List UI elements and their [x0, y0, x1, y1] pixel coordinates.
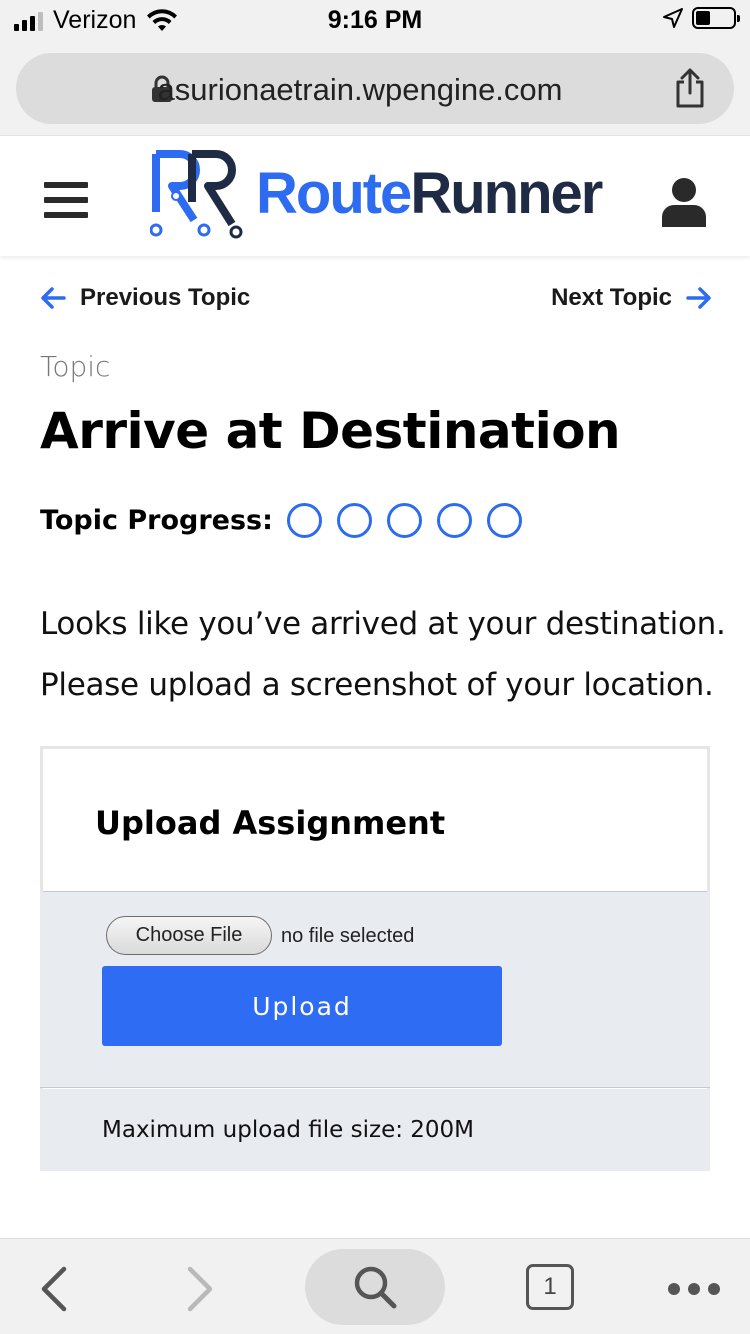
progress-step-icon: [486, 503, 522, 538]
upload-form: Choose File no file selected Upload: [40, 892, 710, 1088]
address-bar[interactable]: asurionaetrain.wpengine.com: [16, 53, 734, 124]
page-title: Arrive at Destination: [40, 402, 621, 460]
topic-content-line: Please upload a screenshot of your locat…: [40, 667, 714, 703]
status-right: [662, 7, 740, 29]
browser-back-icon[interactable]: [38, 1265, 68, 1313]
routerunner-logo-mark-icon: [150, 150, 243, 239]
logo-runner-text: Runner: [410, 160, 603, 226]
upload-assignment-title: Upload Assignment: [95, 804, 446, 842]
next-topic-link[interactable]: Next Topic: [551, 284, 712, 312]
status-time: 9:16 PM: [327, 6, 423, 34]
next-topic-label: Next Topic: [551, 284, 672, 311]
topic-label: Topic: [40, 350, 111, 383]
upload-assignment-card: Upload Assignment Choose File no file se…: [40, 746, 710, 1171]
browser-forward-icon[interactable]: [186, 1265, 216, 1313]
location-arrow-icon: [663, 8, 683, 28]
search-icon: [354, 1266, 397, 1309]
arrow-right-icon: [686, 287, 711, 309]
user-account-icon[interactable]: [660, 177, 708, 227]
arrow-left-icon: [41, 287, 66, 309]
topic-content-line: Looks like you’ve arrived at your destin…: [40, 606, 726, 642]
browser-search-button[interactable]: [305, 1249, 445, 1325]
topic-navigation: Previous Topic Next Topic: [40, 284, 712, 318]
hamburger-menu-icon[interactable]: [44, 182, 88, 218]
url-text: asurionaetrain.wpengine.com: [157, 72, 563, 107]
upload-button[interactable]: Upload: [102, 966, 502, 1046]
browser-address-area: asurionaetrain.wpengine.com: [0, 40, 750, 136]
progress-step-icon: [286, 503, 322, 538]
browser-tabs-button[interactable]: 1: [526, 1264, 574, 1310]
browser-more-icon[interactable]: [668, 1283, 720, 1295]
upload-card-header: Upload Assignment: [43, 749, 707, 892]
topic-progress-label: Topic Progress:: [40, 505, 273, 536]
browser-toolbar: 1: [0, 1238, 750, 1334]
topic-content: Looks like you’ve arrived at your destin…: [40, 594, 730, 716]
logo-route-text: Route: [256, 160, 412, 226]
share-icon[interactable]: [673, 68, 707, 108]
previous-topic-link[interactable]: Previous Topic: [40, 284, 250, 312]
progress-step-icon: [336, 503, 372, 538]
progress-steps: [286, 503, 522, 538]
file-selection-status: no file selected: [281, 925, 415, 947]
upload-card-footer: Maximum upload file size: 200M: [40, 1089, 710, 1171]
progress-step-icon: [436, 503, 472, 538]
previous-topic-label: Previous Topic: [80, 284, 251, 311]
battery-icon: [692, 7, 740, 29]
choose-file-button[interactable]: Choose File: [106, 916, 272, 955]
max-upload-size-note: Maximum upload file size: 200M: [102, 1117, 475, 1143]
topic-progress: Topic Progress:: [40, 503, 522, 538]
progress-step-icon: [386, 503, 422, 538]
site-header: RouteRunner: [0, 137, 750, 256]
logo-wordmark: RouteRunner: [256, 160, 603, 227]
site-logo[interactable]: RouteRunner: [150, 150, 603, 240]
status-bar: Verizon 9:16 PM: [0, 0, 750, 40]
